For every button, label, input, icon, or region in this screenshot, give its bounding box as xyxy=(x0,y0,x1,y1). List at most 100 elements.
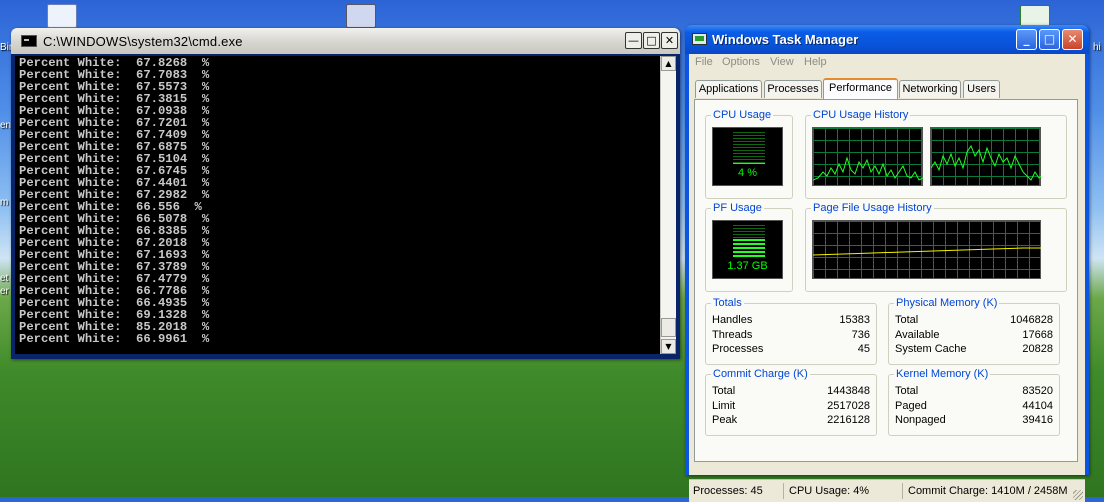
pf-usage-group: PF Usage 1.37 GB xyxy=(705,202,793,292)
shortcut-icon[interactable] xyxy=(346,4,376,28)
cpu-history-graph-core-1 xyxy=(812,127,924,186)
stat-label: System Cache xyxy=(895,343,967,355)
stat-value: 83520 xyxy=(1022,385,1053,397)
pf-history-graph xyxy=(812,220,1041,279)
cpu-usage-value: 4 % xyxy=(738,167,757,179)
cmd-title-bar[interactable]: C:\WINDOWS\system32\cmd.exe — □ ✕ xyxy=(11,28,680,54)
stat-value: 45 xyxy=(857,343,870,355)
performance-panel: CPU Usage 4 % CPU Usage History PF Usage… xyxy=(694,99,1078,462)
menu-help[interactable]: Help xyxy=(804,56,827,68)
kernel-memory-label: Kernel Memory (K) xyxy=(894,368,991,380)
task-manager-window[interactable]: Windows Task Manager _ □ ✕ File Options … xyxy=(685,25,1089,502)
minimize-button[interactable]: — xyxy=(625,32,642,49)
commit-row-peak: Peak 2216128 xyxy=(712,414,870,428)
close-button[interactable]: ✕ xyxy=(661,32,678,49)
close-button[interactable]: ✕ xyxy=(1062,29,1083,50)
stat-value: 20828 xyxy=(1022,343,1053,355)
cpu-history-group: CPU Usage History xyxy=(805,109,1067,199)
stat-value: 15383 xyxy=(839,314,870,326)
maximize-button[interactable]: □ xyxy=(1039,29,1060,50)
pf-usage-meter: 1.37 GB xyxy=(712,220,783,279)
menu-options[interactable]: Options xyxy=(722,56,760,68)
menu-file[interactable]: File xyxy=(695,56,713,68)
kernel-row-total: Total 83520 xyxy=(895,385,1053,399)
pf-usage-label: PF Usage xyxy=(711,202,764,214)
tab-applications[interactable]: Applications xyxy=(695,80,762,98)
stat-value: 736 xyxy=(851,329,870,341)
scroll-down-arrow-icon[interactable]: ▼ xyxy=(661,339,676,354)
physical-row-available: Available 17668 xyxy=(895,329,1053,343)
stat-value: 17668 xyxy=(1022,329,1053,341)
pf-history-label: Page File Usage History xyxy=(811,202,934,214)
stat-label: Paged xyxy=(895,400,927,412)
cmd-vertical-scrollbar[interactable]: ▲ ▼ xyxy=(660,56,676,354)
stat-value: 44104 xyxy=(1022,400,1053,412)
resize-grip-icon[interactable] xyxy=(1073,490,1083,500)
minimize-button[interactable]: _ xyxy=(1016,29,1037,50)
physical-row-system-cache: System Cache 20828 xyxy=(895,343,1053,357)
kernel-memory-group: Kernel Memory (K) Total 83520 Paged 44104 … xyxy=(888,368,1060,436)
stat-label: Total xyxy=(895,385,919,397)
cmd-app-icon[interactable] xyxy=(21,35,37,47)
cpu-meter-bars xyxy=(733,132,765,164)
totals-row-processes: Processes 45 xyxy=(712,343,870,357)
stat-label: Limit xyxy=(712,400,736,412)
commit-row-total: Total 1443848 xyxy=(712,385,870,399)
commit-charge-group: Commit Charge (K) Total 1443848 Limit 2517… xyxy=(705,368,877,436)
tab-performance[interactable]: Performance xyxy=(823,78,898,99)
task-manager-title-bar[interactable]: Windows Task Manager _ □ ✕ xyxy=(685,25,1089,54)
cpu-meter-active-bars xyxy=(733,163,765,164)
desktop-label-fragment: hi xyxy=(1093,42,1101,53)
tab-strip: Applications Processes Performance Netwo… xyxy=(689,78,1085,100)
stat-label: Total xyxy=(895,314,919,326)
tab-processes[interactable]: Processes xyxy=(764,80,822,98)
maximize-button[interactable]: □ xyxy=(643,32,660,49)
stat-value: 1443848 xyxy=(827,385,870,397)
task-manager-client: File Options View Help Applications Proc… xyxy=(689,54,1085,502)
pf-usage-value: 1.37 GB xyxy=(727,260,768,272)
cmd-window[interactable]: C:\WINDOWS\system32\cmd.exe — □ ✕ Percen… xyxy=(11,28,680,359)
scroll-up-arrow-icon[interactable]: ▲ xyxy=(661,56,676,71)
stat-label: Available xyxy=(895,329,940,341)
pf-history-group: Page File Usage History xyxy=(805,202,1067,292)
kernel-row-paged: Paged 44104 xyxy=(895,400,1053,414)
task-manager-app-icon[interactable] xyxy=(692,33,707,45)
stat-label: Peak xyxy=(712,414,738,426)
stat-label: Threads xyxy=(712,329,753,341)
stat-value: 1046828 xyxy=(1010,314,1053,326)
console-output[interactable]: Percent White: 67.8268 % Percent White: 6… xyxy=(15,56,660,354)
desktop-label-fragment: m xyxy=(0,197,9,208)
physical-memory-label: Physical Memory (K) xyxy=(894,297,1000,309)
commit-row-limit: Limit 2517028 xyxy=(712,400,870,414)
physical-memory-group: Physical Memory (K) Total 1046828 Availab… xyxy=(888,297,1060,365)
desktop-label-fragment: et xyxy=(0,273,9,284)
commit-charge-label: Commit Charge (K) xyxy=(711,368,810,380)
cpu-usage-meter: 4 % xyxy=(712,127,783,186)
totals-label: Totals xyxy=(711,297,744,309)
stat-label: Nonpaged xyxy=(895,414,946,426)
word-document-icon[interactable] xyxy=(47,4,77,28)
stat-value: 2517028 xyxy=(827,400,870,412)
totals-row-threads: Threads 736 xyxy=(712,329,870,343)
stat-value: 39416 xyxy=(1022,414,1053,426)
tab-networking[interactable]: Networking xyxy=(899,80,961,98)
stat-label: Handles xyxy=(712,314,753,326)
cpu-usage-label: CPU Usage xyxy=(711,109,774,121)
physical-row-total: Total 1046828 xyxy=(895,314,1053,328)
menu-view[interactable]: View xyxy=(770,56,794,68)
console-line: Percent White: 66.9961 % xyxy=(19,332,210,346)
menu-bar: File Options View Help xyxy=(689,54,1085,72)
cpu-history-graph-core-2 xyxy=(930,127,1042,186)
scroll-thumb[interactable] xyxy=(661,318,676,337)
totals-group: Totals Handles 15383 Threads 736 Processes… xyxy=(705,297,877,365)
status-bar: Processes: 45 CPU Usage: 4% Commit Charg… xyxy=(689,479,1085,502)
cpu-history-label: CPU Usage History xyxy=(811,109,911,121)
kernel-row-nonpaged: Nonpaged 39416 xyxy=(895,414,1053,428)
stat-value: 2216128 xyxy=(827,414,870,426)
desktop-label-fragment: er xyxy=(0,286,9,297)
totals-row-handles: Handles 15383 xyxy=(712,314,870,328)
tab-users[interactable]: Users xyxy=(963,80,1000,98)
task-manager-title: Windows Task Manager xyxy=(712,32,859,47)
cmd-window-title: C:\WINDOWS\system32\cmd.exe xyxy=(43,34,243,49)
pf-meter-active-bars xyxy=(733,239,765,257)
